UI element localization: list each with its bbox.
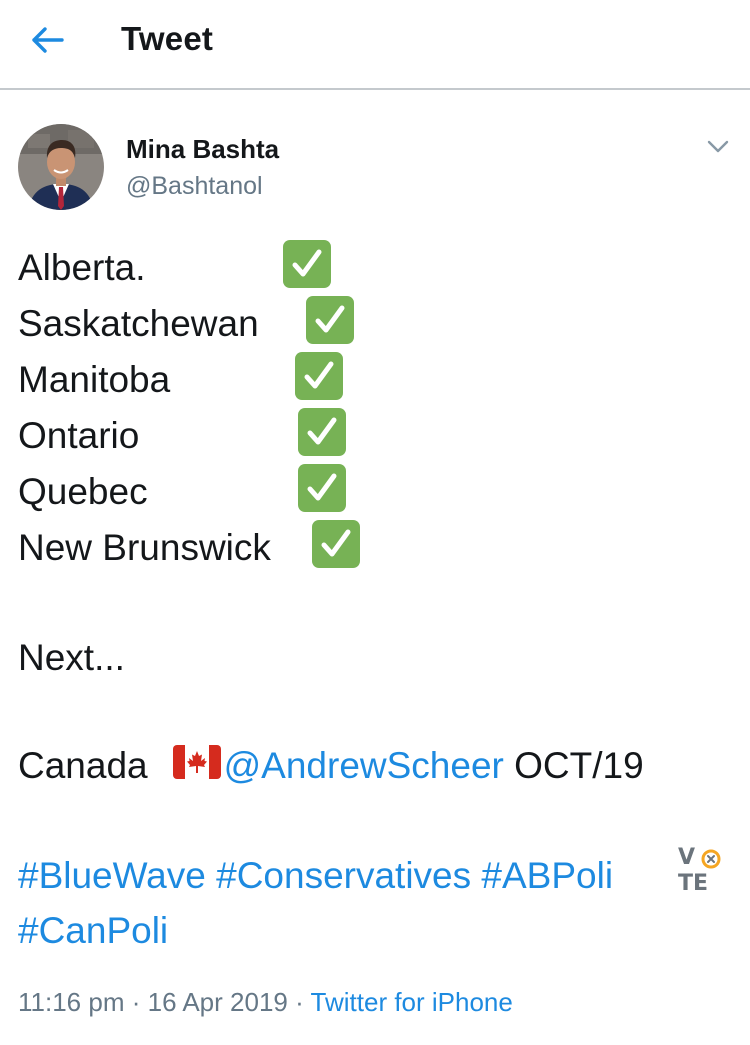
white-heavy-check-mark-icon	[306, 296, 354, 344]
tweet-source-link[interactable]: Twitter for iPhone	[311, 987, 513, 1017]
author-name[interactable]: Mina Bashta	[126, 134, 279, 165]
tweet-meta: 11:16 pm · 16 Apr 2019 · Twitter for iPh…	[18, 987, 513, 1018]
white-heavy-check-mark-icon	[283, 240, 331, 288]
mention-link[interactable]: @AndrewScheer	[224, 745, 504, 786]
tweet-date: 16 Apr 2019	[147, 987, 288, 1017]
province-line: Ontario	[18, 415, 140, 456]
hashtag-link[interactable]: #Conservatives	[216, 855, 471, 896]
province-line: Saskatchewan	[18, 303, 259, 344]
next-text: Next...	[18, 637, 125, 678]
page-title: Tweet	[121, 20, 214, 57]
white-heavy-check-mark-icon	[298, 464, 346, 512]
hashtag-link[interactable]: #BlueWave	[18, 855, 206, 896]
chevron-down-icon	[707, 140, 729, 153]
hashtag-link[interactable]: #CanPoli	[18, 910, 168, 951]
vote-badge-v: V	[678, 845, 696, 870]
canada-text: Canada	[18, 745, 148, 786]
meta-separator: ·	[131, 987, 141, 1017]
tweet-time: 11:16 pm	[18, 987, 125, 1017]
arrow-left-icon	[32, 27, 64, 53]
vote-badge-icon: V TE	[676, 845, 728, 899]
canada-line: Canada @AndrewScheer OCT/19	[18, 744, 644, 788]
vote-badge-circle	[701, 849, 721, 869]
hashtag-line: #CanPoli	[18, 909, 168, 953]
white-heavy-check-mark-icon	[295, 352, 343, 400]
hashtag-line: #BlueWave #Conservatives #ABPoli	[18, 854, 613, 898]
back-button[interactable]	[28, 22, 68, 58]
author-handle[interactable]: @Bashtanol	[126, 172, 263, 201]
province-line: New Brunswick	[18, 527, 271, 568]
meta-separator: ·	[295, 987, 304, 1017]
date-tag: OCT/19	[514, 745, 644, 786]
white-heavy-check-mark-icon	[298, 408, 346, 456]
canada-flag-icon	[173, 745, 221, 779]
tweet-menu-button[interactable]	[700, 132, 736, 162]
top-bar: Tweet	[0, 0, 750, 90]
province-line: Quebec	[18, 471, 148, 512]
province-line: Manitoba	[18, 359, 171, 400]
province-line: Alberta.	[18, 247, 146, 288]
hashtag-link[interactable]: #ABPoli	[481, 855, 613, 896]
white-heavy-check-mark-icon	[312, 520, 360, 568]
avatar[interactable]	[18, 124, 104, 210]
vote-badge-te: TE	[678, 871, 709, 896]
